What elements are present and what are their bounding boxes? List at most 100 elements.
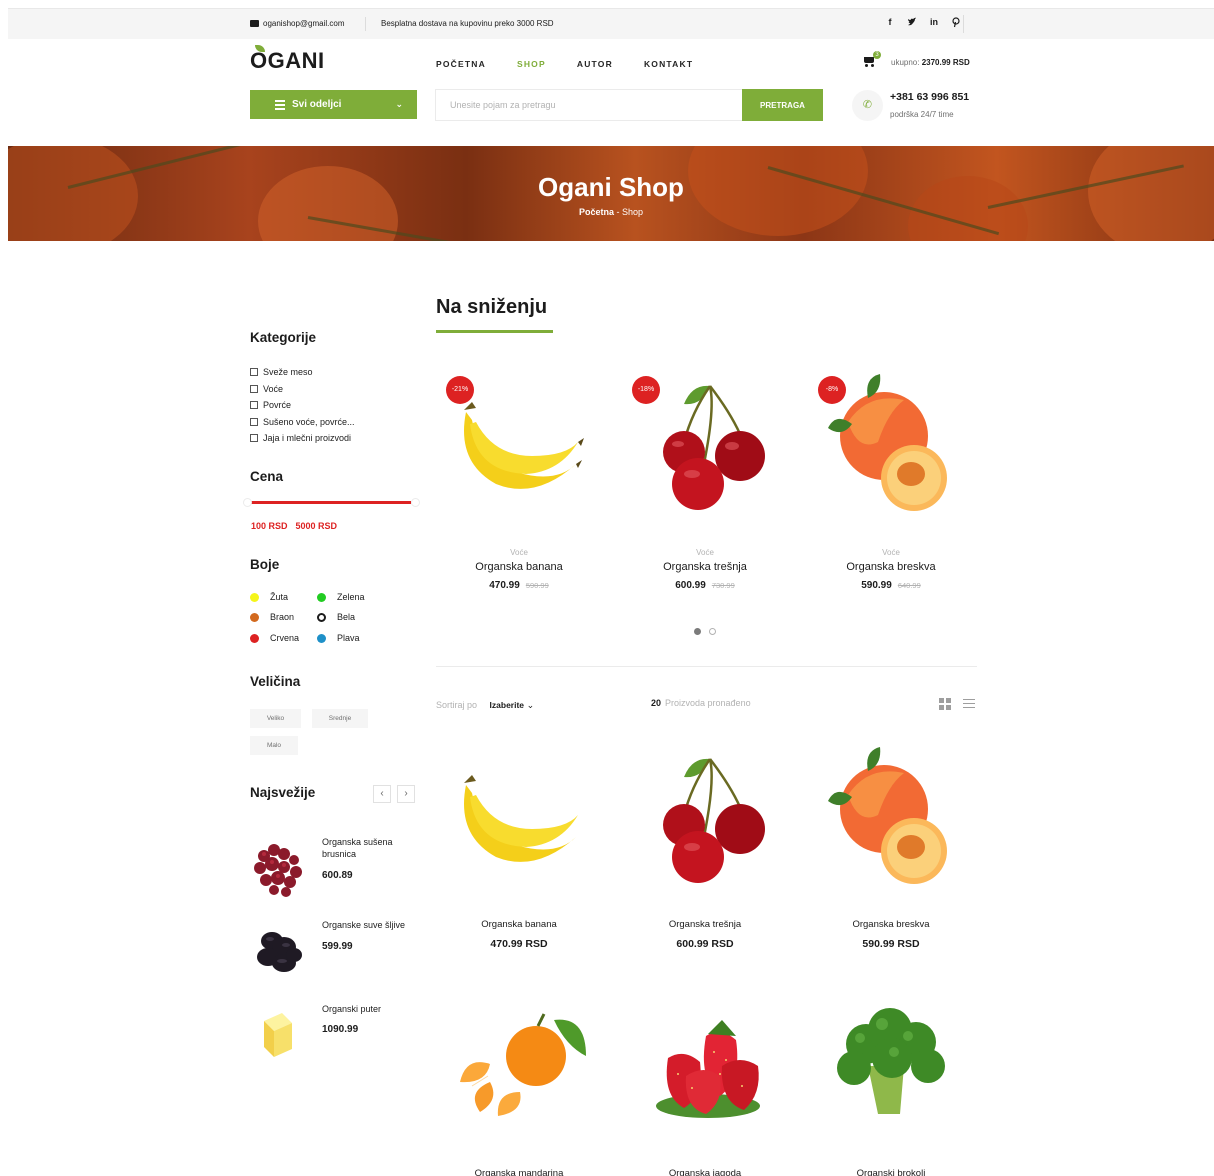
price-range-slider[interactable] [243, 498, 420, 507]
product-price: 590.99 640.99 [861, 580, 921, 591]
sort-select[interactable]: Izaberite [490, 700, 525, 710]
chevron-down-icon: ⌄ [526, 700, 535, 710]
butter-thumbnail [264, 1013, 292, 1057]
product-name[interactable]: Organska trešnja [622, 919, 788, 930]
grid-view-icon[interactable] [939, 698, 951, 710]
email-contact[interactable]: oganishop@gmail.com [250, 19, 345, 28]
product-name[interactable]: Organska breskva [808, 919, 974, 930]
price-heading: Cena [250, 469, 284, 484]
discount-badge: -18% [632, 376, 660, 404]
category-checkbox[interactable]: Sveže meso [250, 364, 355, 381]
product-name[interactable]: Organska trešnja [622, 561, 788, 573]
nav-contact[interactable]: KONTAKT [644, 59, 693, 69]
nav-shop[interactable]: SHOP [517, 59, 546, 69]
breadcrumb-home[interactable]: Početna [579, 207, 614, 217]
size-option[interactable]: Srednje [312, 709, 368, 728]
category-checkbox[interactable]: Sušeno voće, povrće... [250, 414, 355, 431]
all-categories-button[interactable]: Svi odeljci ⌄ [250, 90, 417, 119]
carousel-dot-active[interactable] [694, 628, 701, 635]
nav-home[interactable]: POČETNA [436, 59, 486, 69]
product-price: 600.99 RSD [676, 938, 734, 950]
color-option[interactable]: Bela [317, 612, 355, 622]
banner-title: Ogani Shop [538, 172, 684, 202]
breadcrumb-current: Shop [622, 207, 644, 217]
colors-heading: Boje [250, 557, 280, 572]
top-bar: oganishop@gmail.com Besplatna dostava na… [8, 8, 1214, 39]
category-checkbox[interactable]: Voće [250, 381, 355, 398]
search-form: PRETRAGA [435, 89, 823, 121]
category-checkbox[interactable]: Povrće [250, 397, 355, 414]
latest-item-price: 1090.99 [322, 1024, 359, 1035]
latest-item-name: Organski puter [322, 1004, 382, 1014]
all-categories-label: Svi odeljci [292, 99, 342, 110]
price-max-handle[interactable] [411, 498, 420, 507]
product-name[interactable]: Organski brokoli [808, 1168, 974, 1176]
divider [436, 666, 977, 667]
carousel-dot[interactable] [709, 628, 716, 635]
color-option[interactable]: Braon [250, 612, 294, 622]
product-name[interactable]: Organska jagoda [622, 1168, 788, 1176]
product-image [808, 745, 974, 905]
category-filter-list: Sveže meso Voće Povrće Sušeno voće, povr… [250, 364, 355, 447]
phone-icon: ✆ [852, 90, 883, 121]
product-card[interactable]: Organska breskva 590.99 RSD [808, 745, 974, 950]
cart-total-value: 2370.99 RSD [921, 58, 970, 67]
categories-heading: Kategorije [250, 330, 317, 345]
product-name[interactable]: Organska mandarina [436, 1168, 602, 1176]
divider [365, 17, 366, 31]
page-banner: Ogani Shop Početna - Shop [8, 146, 1214, 241]
product-price: 600.99 730.99 [675, 580, 735, 591]
product-image [436, 996, 602, 1156]
color-option[interactable]: Žuta [250, 592, 288, 602]
category-checkbox[interactable]: Jaja i mlečni proizvodi [250, 430, 355, 447]
color-option[interactable]: Zelena [317, 592, 365, 602]
social-links: f in [879, 17, 967, 28]
sale-product-card[interactable]: -21% Voće Organska banana 470.99 590.99 [436, 372, 602, 591]
size-option[interactable]: Malo [250, 736, 298, 755]
product-name[interactable]: Organska breskva [808, 561, 974, 573]
product-image [808, 996, 974, 1156]
facebook-icon[interactable]: f [879, 17, 901, 28]
color-option[interactable]: Crvena [250, 633, 299, 643]
sale-product-card[interactable]: -8% Voće Organska breskva 590.99 640.99 [808, 372, 974, 591]
breadcrumb-separator: - [616, 207, 620, 217]
cart-total: ukupno: 2370.99 RSD [891, 58, 970, 67]
product-card[interactable]: Organska banana 470.99 RSD [436, 745, 602, 950]
color-swatch [317, 592, 326, 602]
price-min: 100 RSD [251, 521, 288, 531]
product-card[interactable]: Organska mandarina [436, 996, 602, 1176]
search-input[interactable] [436, 90, 742, 120]
color-option[interactable]: Plava [317, 633, 360, 643]
color-swatch [250, 612, 259, 622]
peach-image [828, 747, 947, 884]
cranberry-thumbnail [254, 844, 302, 897]
cart-icon[interactable]: 3 [863, 51, 881, 67]
product-image: -18% [622, 372, 788, 532]
list-view-icon[interactable] [963, 699, 975, 710]
product-price: 470.99 590.99 [489, 580, 549, 591]
twitter-icon[interactable] [901, 17, 923, 28]
chevron-down-icon: ⌄ [395, 99, 403, 109]
product-name[interactable]: Organska banana [436, 561, 602, 573]
phone-number[interactable]: +381 63 996 851 [890, 91, 969, 103]
product-category: Voće [510, 548, 528, 557]
chevron-right-icon[interactable]: › [397, 785, 415, 803]
logo[interactable]: OGANI [250, 45, 325, 74]
product-image [622, 745, 788, 905]
strawberry-image [656, 1020, 760, 1118]
banana-image [464, 775, 578, 862]
product-card[interactable]: Organska trešnja 600.99 RSD [622, 745, 788, 950]
sale-product-card[interactable]: -18% Voće Organska trešnja 600.99 730.99 [622, 372, 788, 591]
product-name[interactable]: Organska banana [436, 919, 602, 930]
price-min-handle[interactable] [243, 498, 252, 507]
size-option[interactable]: Veliko [250, 709, 301, 728]
sort-control[interactable]: Sortiraj po Izaberite ⌄ [436, 700, 534, 711]
product-card[interactable]: Organski brokoli [808, 996, 974, 1176]
nav-author[interactable]: AUTOR [577, 59, 613, 69]
linkedin-icon[interactable]: in [923, 17, 945, 28]
discount-badge: -21% [446, 376, 474, 404]
chevron-left-icon[interactable]: ‹ [373, 785, 391, 803]
search-button[interactable]: PRETRAGA [742, 89, 823, 121]
color-swatch [250, 592, 259, 602]
product-card[interactable]: Organska jagoda [622, 996, 788, 1176]
